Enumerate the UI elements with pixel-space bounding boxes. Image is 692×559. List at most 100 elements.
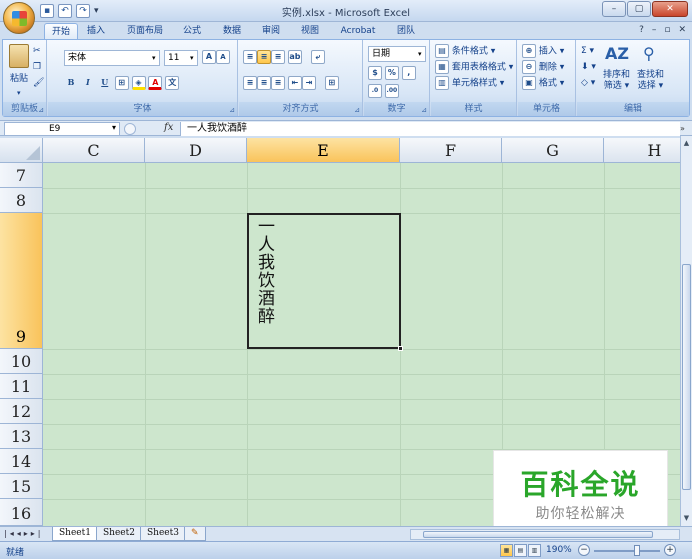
grow-font-icon[interactable]: A — [202, 50, 216, 64]
find-select-icon[interactable]: ⚲ — [643, 44, 655, 63]
column-header-d[interactable]: D — [145, 138, 247, 163]
zoom-out-icon[interactable]: − — [578, 544, 590, 556]
paste-icon[interactable] — [9, 44, 29, 68]
zoom-in-icon[interactable]: + — [664, 544, 676, 556]
font-size-dropdown-icon[interactable]: ▾ — [190, 51, 194, 65]
column-header-g[interactable]: G — [502, 138, 604, 163]
formula-input[interactable]: 一人我饮酒醉 — [180, 122, 680, 136]
clear-icon[interactable]: ◇ ▾ — [581, 76, 595, 90]
underline-button[interactable]: U — [98, 76, 112, 90]
tab-data[interactable]: 数据 — [218, 23, 246, 40]
fill-handle[interactable] — [398, 346, 403, 351]
delete-cells-button[interactable]: ⊖ 删除 ▾ — [522, 60, 564, 75]
vertical-scrollbar[interactable]: ▲ ▼ — [680, 136, 692, 526]
zoom-level[interactable]: 190% — [546, 545, 572, 555]
align-bottom-icon[interactable]: ≡ — [271, 50, 285, 64]
decrease-decimal-button[interactable]: .00 — [384, 84, 399, 98]
tab-review[interactable]: 审阅 — [257, 23, 285, 40]
column-header-f[interactable]: F — [400, 138, 502, 163]
number-format-dropdown-icon[interactable]: ▾ — [418, 47, 422, 61]
conditional-formatting-button[interactable]: ▤ 条件格式 ▾ — [435, 44, 495, 59]
autosum-icon[interactable]: Σ ▾ — [581, 44, 594, 58]
tab-home[interactable]: 开始 — [44, 23, 78, 40]
scroll-down-icon[interactable]: ▼ — [681, 513, 692, 524]
currency-icon[interactable]: $ — [368, 66, 382, 80]
font-name-field[interactable]: 宋体 — [64, 50, 160, 66]
minimize-button[interactable]: – — [602, 1, 626, 17]
insert-function-button[interactable]: fx — [164, 122, 173, 133]
tab-page-layout[interactable]: 页面布局 — [120, 23, 170, 40]
ribbon-close-icon[interactable]: ✕ — [678, 25, 686, 35]
copy-icon[interactable]: ❐ — [33, 60, 41, 74]
page-break-view-icon[interactable]: ▥ — [528, 544, 541, 557]
sheet-tab-1[interactable]: Sheet1 — [52, 527, 98, 541]
close-button[interactable]: ✕ — [652, 1, 688, 17]
shrink-font-icon[interactable]: A — [216, 50, 230, 64]
insert-cells-button[interactable]: ⊕ 插入 ▾ — [522, 44, 564, 59]
align-center-icon[interactable]: ≡ — [257, 76, 271, 90]
tab-team[interactable]: 团队 — [392, 23, 420, 40]
percent-button[interactable]: % — [384, 66, 399, 80]
scroll-up-icon[interactable]: ▲ — [681, 138, 692, 149]
row-header-15[interactable]: 15 — [0, 474, 43, 499]
align-right-icon[interactable]: ≡ — [271, 76, 285, 90]
align-left-icon[interactable]: ≡ — [243, 76, 257, 90]
alignment-dialog-launcher[interactable]: ⊿ — [354, 106, 360, 114]
tab-acrobat[interactable]: Acrobat — [335, 23, 381, 40]
format-as-table-button[interactable]: ▦ 套用表格格式 ▾ — [435, 60, 513, 75]
help-icon[interactable]: ? — [639, 25, 644, 35]
clipboard-dialog-launcher[interactable]: ⊿ — [38, 106, 44, 114]
column-header-c[interactable]: C — [43, 138, 145, 163]
sheet-tab-3[interactable]: Sheet3 — [140, 527, 186, 541]
align-top-icon[interactable]: ≡ — [243, 50, 257, 64]
borders-icon[interactable]: ⊞ — [114, 76, 129, 90]
office-button[interactable] — [3, 2, 35, 34]
row-header-12[interactable]: 12 — [0, 399, 43, 424]
column-header-h[interactable]: H — [604, 138, 680, 163]
font-dialog-launcher[interactable]: ⊿ — [229, 106, 235, 114]
ribbon-minimize-icon[interactable]: – — [652, 25, 657, 35]
vertical-scroll-thumb[interactable] — [682, 264, 691, 490]
merge-center-icon[interactable]: ⊞ — [324, 76, 339, 90]
name-box[interactable]: E9 — [4, 122, 120, 136]
horizontal-scrollbar[interactable] — [410, 529, 680, 540]
row-header-9[interactable]: 9 — [0, 213, 43, 349]
increase-indent-icon[interactable]: ⇥ — [301, 76, 316, 90]
row-header-13[interactable]: 13 — [0, 424, 43, 449]
orientation-icon[interactable]: ab — [287, 50, 302, 64]
zoom-slider-knob[interactable] — [634, 545, 640, 556]
zoom-slider[interactable] — [594, 550, 660, 552]
sheet-navigation-icons[interactable]: |◂◂▸▸| — [4, 529, 43, 538]
row-header-10[interactable]: 10 — [0, 349, 43, 374]
sort-filter-icon[interactable]: AZ — [605, 44, 629, 63]
comma-button[interactable]: , — [401, 66, 416, 80]
font-name-dropdown-icon[interactable]: ▾ — [152, 51, 156, 65]
sheet-tab-2[interactable]: Sheet2 — [96, 527, 142, 541]
row-header-14[interactable]: 14 — [0, 449, 43, 474]
font-color-icon[interactable]: A — [148, 76, 163, 90]
name-box-dropdown-icon[interactable]: ▾ — [108, 122, 120, 136]
tab-formulas[interactable]: 公式 — [178, 23, 206, 40]
expand-formula-bar-icon[interactable]: » — [680, 122, 690, 136]
active-cell-e9[interactable]: 一人我饮酒醉 — [247, 213, 403, 351]
tab-view[interactable]: 视图 — [296, 23, 324, 40]
format-painter-icon[interactable]: 🖌 — [33, 76, 44, 90]
paste-button[interactable]: 粘贴 — [10, 72, 28, 86]
paste-dropdown-icon[interactable]: ▾ — [17, 86, 21, 100]
cell-styles-button[interactable]: ▥ 单元格样式 ▾ — [435, 76, 504, 91]
italic-button[interactable]: I — [81, 76, 95, 90]
phonetic-icon[interactable]: 文 — [165, 76, 180, 90]
horizontal-scroll-thumb[interactable] — [423, 531, 653, 538]
maximize-button[interactable]: ▢ — [627, 1, 651, 17]
align-middle-icon[interactable]: ≡ — [257, 50, 271, 64]
row-header-7[interactable]: 7 — [0, 163, 43, 188]
decrease-indent-icon[interactable]: ⇤ — [287, 76, 302, 90]
row-header-16[interactable]: 16 — [0, 499, 43, 526]
column-header-e[interactable]: E — [247, 138, 400, 163]
number-dialog-launcher[interactable]: ⊿ — [421, 106, 427, 114]
insert-sheet-icon[interactable]: ✎ — [184, 527, 206, 541]
find-select-button[interactable]: 查找和 选择 ▾ — [637, 70, 664, 92]
cut-icon[interactable]: ✂ — [33, 44, 41, 58]
fill-icon[interactable]: ⬇ ▾ — [581, 60, 596, 74]
row-header-8[interactable]: 8 — [0, 188, 43, 213]
